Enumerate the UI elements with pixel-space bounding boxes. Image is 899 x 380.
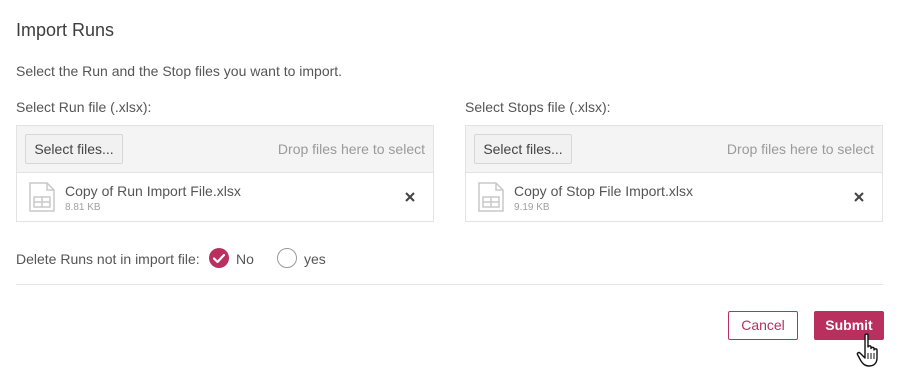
- stops-drop-hint: Drop files here to select: [726, 141, 874, 157]
- remove-stops-file-icon[interactable]: [852, 190, 866, 204]
- cancel-button[interactable]: Cancel: [728, 311, 798, 340]
- import-runs-dialog: Import Runs Select the Run and the Stop …: [0, 0, 899, 380]
- radio-no-label[interactable]: No: [236, 251, 254, 267]
- spreadsheet-file-icon: [478, 182, 504, 212]
- run-select-files-button[interactable]: Select files...: [25, 134, 123, 164]
- radio-yes-label[interactable]: yes: [304, 251, 326, 267]
- hand-pointer-cursor-icon: [856, 333, 878, 367]
- run-file-item: Copy of Run Import File.xlsx 8.81 KB: [17, 172, 433, 222]
- radio-no[interactable]: [209, 248, 229, 268]
- run-dropzone[interactable]: Select files... Drop files here to selec…: [17, 126, 433, 173]
- remove-run-file-icon[interactable]: [403, 190, 417, 204]
- instructions-text: Select the Run and the Stop files you wa…: [16, 63, 343, 79]
- run-file-label: Select Run file (.xlsx):: [16, 99, 152, 115]
- run-drop-hint: Drop files here to select: [277, 141, 425, 157]
- checkmark-icon: [212, 253, 226, 264]
- stops-file-item: Copy of Stop File Import.xlsx 9.19 KB: [466, 172, 882, 222]
- stops-file-size: 9.19 KB: [514, 202, 550, 213]
- stops-select-files-button[interactable]: Select files...: [474, 134, 572, 164]
- run-file-size: 8.81 KB: [65, 202, 101, 213]
- delete-runs-label: Delete Runs not in import file:: [16, 251, 200, 267]
- run-file-name: Copy of Run Import File.xlsx: [65, 183, 241, 199]
- spreadsheet-file-icon: [29, 182, 55, 212]
- stops-file-upload: Select files... Drop files here to selec…: [465, 125, 883, 222]
- stops-file-name: Copy of Stop File Import.xlsx: [514, 183, 693, 199]
- footer-divider: [16, 284, 883, 285]
- stops-file-label: Select Stops file (.xlsx):: [465, 99, 611, 115]
- radio-yes[interactable]: [277, 248, 297, 268]
- dialog-title: Import Runs: [16, 20, 115, 40]
- run-file-upload: Select files... Drop files here to selec…: [16, 125, 434, 222]
- stops-dropzone[interactable]: Select files... Drop files here to selec…: [466, 126, 882, 173]
